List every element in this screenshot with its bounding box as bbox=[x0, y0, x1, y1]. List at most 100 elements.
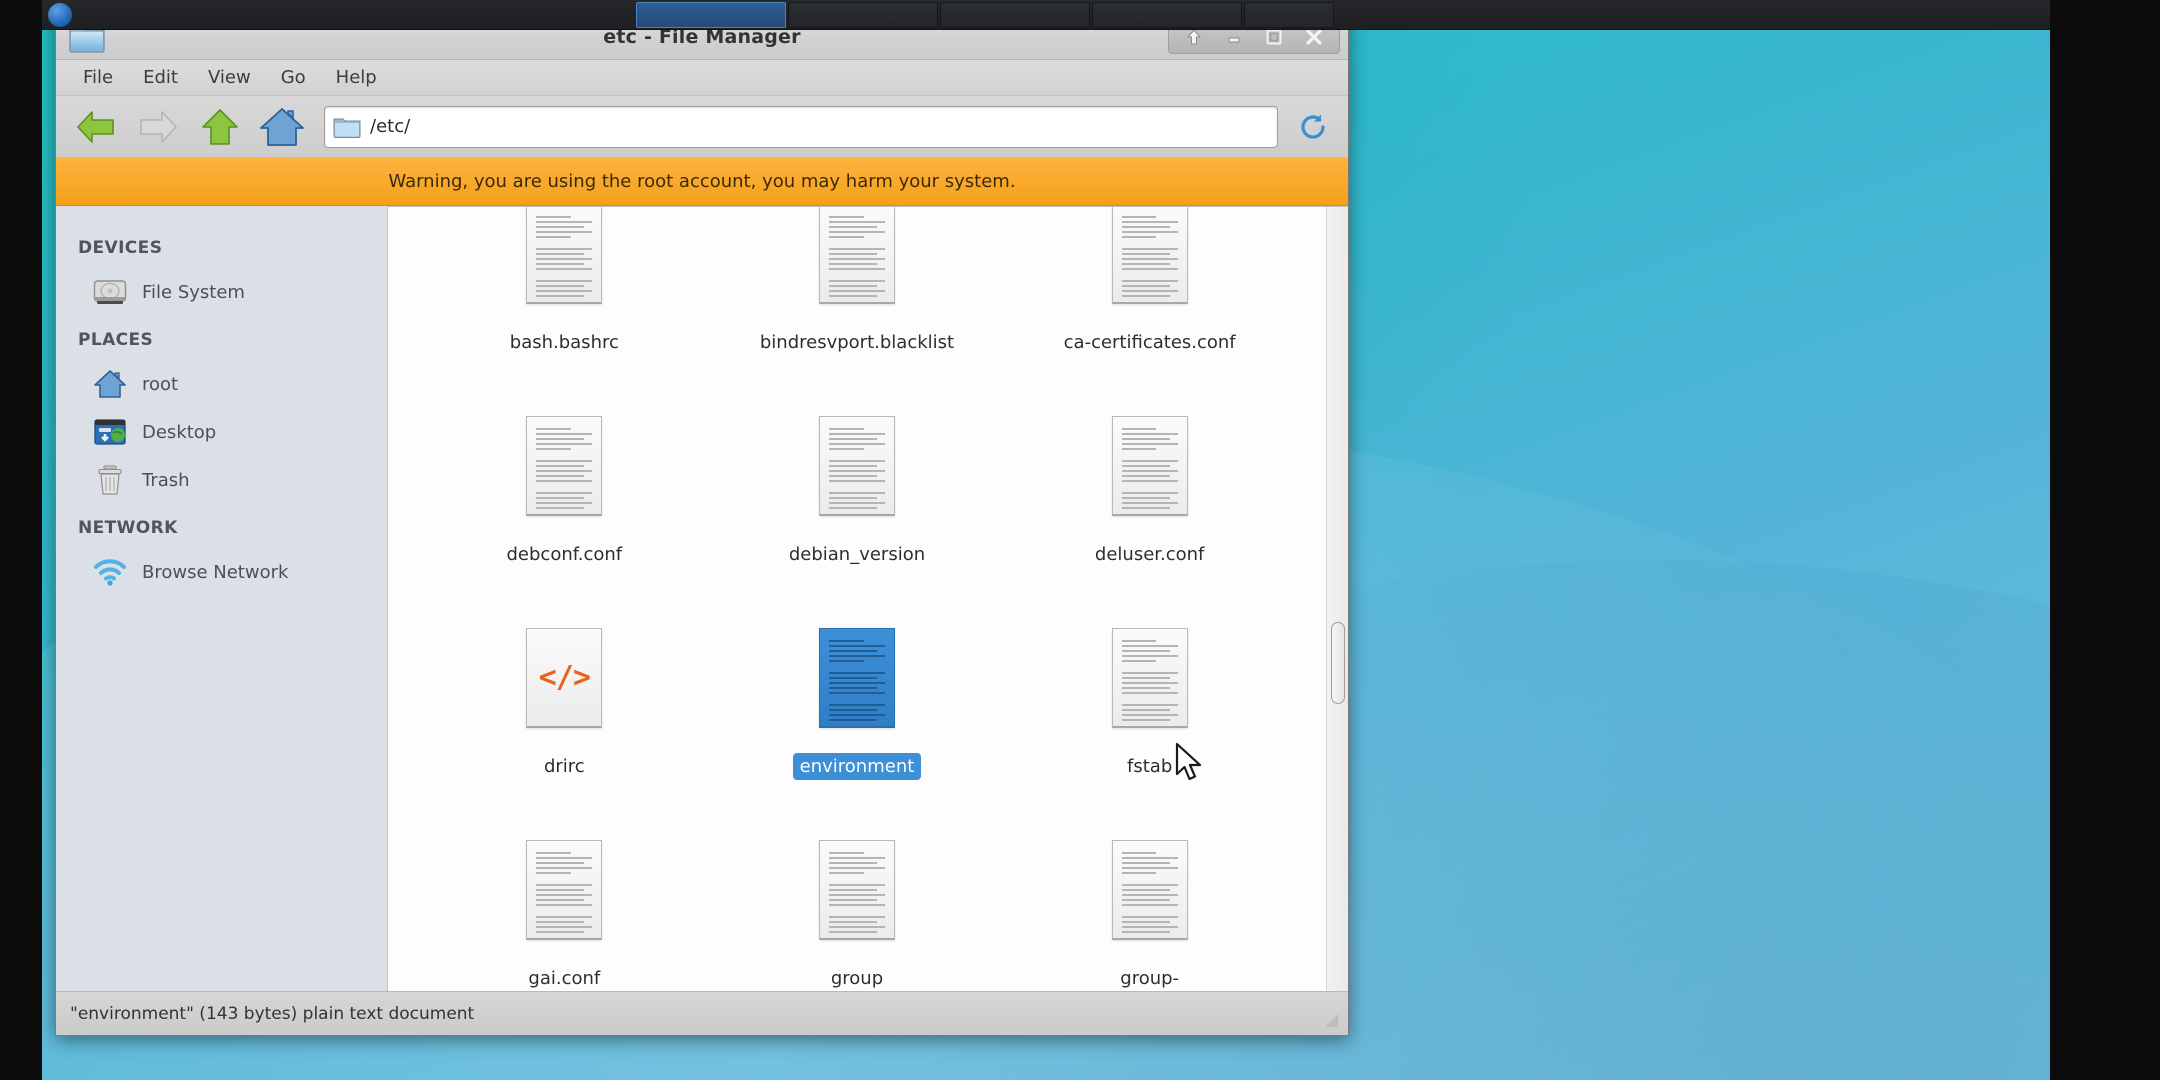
file-icon-wrap bbox=[818, 401, 895, 531]
toolbar: /etc/ bbox=[56, 96, 1348, 158]
root-warning-text: Warning, you are using the root account,… bbox=[388, 171, 1016, 192]
file-tile[interactable]: fstab bbox=[1030, 605, 1270, 817]
file-icon-wrap bbox=[526, 207, 603, 319]
file-label[interactable]: deluser.conf bbox=[1088, 541, 1212, 568]
sidebar-item-label: Desktop bbox=[142, 421, 217, 443]
file-tile[interactable]: debconf.conf bbox=[444, 393, 684, 605]
sidebar-item-label: File System bbox=[142, 281, 245, 303]
sidebar-item-root[interactable]: root bbox=[56, 360, 387, 408]
code-glyph: </> bbox=[538, 660, 591, 695]
text-document-icon bbox=[818, 840, 895, 940]
text-document-icon bbox=[1111, 840, 1188, 940]
file-tile[interactable]: bindresvport.blacklist bbox=[737, 207, 977, 393]
sidebar-item-trash[interactable]: Trash bbox=[56, 456, 387, 504]
taskbar[interactable] bbox=[42, 0, 2050, 30]
home-icon bbox=[92, 367, 128, 401]
file-icon-wrap bbox=[526, 401, 603, 531]
back-button[interactable] bbox=[70, 104, 122, 150]
menubar: File Edit View Go Help bbox=[56, 60, 1348, 96]
root-warning-banner: Warning, you are using the root account,… bbox=[56, 158, 1348, 206]
menu-file[interactable]: File bbox=[70, 63, 126, 92]
text-document-icon bbox=[526, 416, 603, 516]
home-button[interactable] bbox=[256, 104, 308, 150]
sidebar-item-label: Trash bbox=[142, 469, 190, 491]
text-document-icon bbox=[818, 207, 895, 304]
file-label[interactable]: group bbox=[824, 965, 890, 991]
reload-button[interactable] bbox=[1292, 104, 1334, 150]
file-label[interactable]: bindresvport.blacklist bbox=[753, 329, 961, 356]
desktop-icon bbox=[92, 415, 128, 449]
sidebar-section-network: NETWORK bbox=[78, 518, 178, 538]
screen-border-right bbox=[2050, 0, 2160, 1080]
text-document-icon bbox=[818, 628, 895, 728]
text-document-icon bbox=[818, 416, 895, 516]
file-icon-wrap bbox=[1111, 825, 1188, 955]
harddisk-icon bbox=[92, 275, 128, 309]
file-icon-wrap bbox=[1111, 401, 1188, 531]
file-tile[interactable]: debian_version bbox=[737, 393, 977, 605]
file-manager-window: etc - File Manager File Edit View Go Hel… bbox=[55, 13, 1349, 1036]
file-tile[interactable]: group- bbox=[1030, 817, 1270, 991]
file-tile[interactable]: </> drirc bbox=[444, 605, 684, 817]
status-text: "environment" (143 bytes) plain text doc… bbox=[70, 1003, 475, 1024]
sidebar-item-label: root bbox=[142, 373, 179, 395]
file-icon-wrap bbox=[818, 825, 895, 955]
file-label[interactable]: debconf.conf bbox=[500, 541, 630, 568]
taskbar-item[interactable] bbox=[788, 1, 938, 28]
menu-edit[interactable]: Edit bbox=[130, 63, 191, 92]
file-icon-wrap bbox=[1111, 207, 1188, 319]
sidebar-item-label: Browse Network bbox=[142, 561, 289, 583]
file-tile[interactable]: environment bbox=[737, 605, 977, 817]
window-body: DEVICES File System PLACES root Desktop … bbox=[56, 206, 1348, 991]
text-document-icon bbox=[1111, 416, 1188, 516]
file-tile[interactable]: gai.conf bbox=[444, 817, 684, 991]
file-tile[interactable]: bash.bashrc bbox=[444, 207, 684, 393]
taskbar-item[interactable] bbox=[1244, 1, 1334, 28]
scrollbar-thumb[interactable] bbox=[1331, 622, 1345, 704]
file-label[interactable]: gai.conf bbox=[521, 965, 607, 991]
sidebar-item-browse-network[interactable]: Browse Network bbox=[56, 548, 387, 596]
taskbar-item[interactable] bbox=[940, 1, 1090, 28]
sidebar-section-devices: DEVICES bbox=[78, 238, 163, 258]
file-label[interactable]: drirc bbox=[537, 753, 592, 780]
menu-view[interactable]: View bbox=[195, 63, 264, 92]
text-document-icon bbox=[1111, 628, 1188, 728]
up-button[interactable] bbox=[194, 104, 246, 150]
file-tile[interactable]: ca-certificates.conf bbox=[1030, 207, 1270, 393]
text-document-icon bbox=[526, 207, 603, 304]
sidebar-section-places: PLACES bbox=[78, 330, 154, 350]
file-list-view[interactable]: bash.bashrc bindresvport.blacklist ca-cert… bbox=[388, 206, 1348, 991]
file-grid: bash.bashrc bindresvport.blacklist ca-cert… bbox=[388, 207, 1326, 991]
taskbar-item[interactable] bbox=[636, 1, 786, 28]
file-label[interactable]: fstab bbox=[1120, 753, 1179, 780]
menu-help[interactable]: Help bbox=[323, 63, 390, 92]
file-label[interactable]: environment bbox=[792, 753, 922, 780]
file-icon-wrap bbox=[818, 207, 895, 319]
file-tile[interactable]: group bbox=[737, 817, 977, 991]
file-label[interactable]: bash.bashrc bbox=[503, 329, 626, 356]
taskbar-item[interactable] bbox=[1092, 1, 1242, 28]
file-tile[interactable]: deluser.conf bbox=[1030, 393, 1270, 605]
vertical-scrollbar[interactable] bbox=[1326, 207, 1348, 991]
statusbar: "environment" (143 bytes) plain text doc… bbox=[56, 991, 1348, 1035]
file-label[interactable]: ca-certificates.conf bbox=[1057, 329, 1243, 356]
text-document-icon bbox=[1111, 207, 1188, 304]
forward-button bbox=[132, 104, 184, 150]
menu-go[interactable]: Go bbox=[268, 63, 319, 92]
path-input[interactable]: /etc/ bbox=[324, 105, 1278, 148]
network-icon bbox=[92, 555, 128, 589]
resize-grip[interactable] bbox=[1322, 1011, 1340, 1029]
file-icon-wrap: </> bbox=[526, 613, 603, 743]
file-icon-wrap bbox=[526, 825, 603, 955]
file-label[interactable]: group- bbox=[1113, 965, 1186, 991]
file-icon-wrap bbox=[818, 613, 895, 743]
file-icon-wrap bbox=[1111, 613, 1188, 743]
file-label[interactable]: debian_version bbox=[782, 541, 932, 568]
text-document-icon bbox=[526, 840, 603, 940]
sidebar-item-file-system[interactable]: File System bbox=[56, 268, 387, 316]
folder-icon bbox=[333, 118, 361, 138]
sidebar-item-desktop[interactable]: Desktop bbox=[56, 408, 387, 456]
code-document-icon: </> bbox=[526, 628, 603, 728]
trash-icon bbox=[92, 463, 128, 497]
app-launcher-icon[interactable] bbox=[48, 2, 72, 27]
